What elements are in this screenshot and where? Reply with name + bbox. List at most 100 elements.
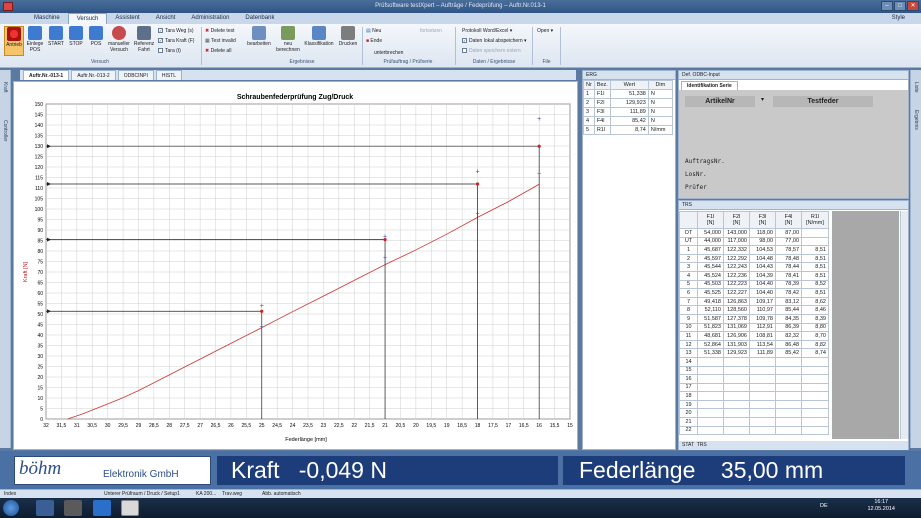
trs-row[interactable]: 21 <box>679 417 829 427</box>
stop-button[interactable]: STOP <box>66 26 86 47</box>
trs-row-ot[interactable]: OT 54,000 143,000 118,00 87,00 <box>679 228 829 238</box>
daten-extern-check[interactable]: Daten speichern extern <box>462 48 521 54</box>
drucken-button[interactable]: Drucken <box>337 26 359 47</box>
erg-row[interactable]: 3 F3l 111,89 N <box>583 107 673 117</box>
trs-row[interactable]: 3 45,544 122,243 104,43 78,44 8,51 <box>679 262 829 272</box>
tab-stat[interactable]: STAT <box>682 442 694 448</box>
trs-row[interactable]: 12 52,864 131,903 113,54 86,48 8,82 <box>679 339 829 350</box>
antrieb-button[interactable]: Antrieb <box>4 26 24 56</box>
trs-row[interactable]: 9 51,587 127,378 109,78 84,35 8,39 <box>679 313 829 324</box>
trs-row[interactable]: 20 <box>679 408 829 419</box>
erg-cell: N/mm <box>647 125 673 135</box>
trs-header-row: F1l [N] F2l [N] F3l [N] F4l [N] R1l [N/mm] <box>679 211 829 229</box>
trs-col-header[interactable]: F2l [N] <box>723 211 750 229</box>
maximize-button[interactable]: □ <box>894 1 906 11</box>
trs-row[interactable]: 10 51,823 131,069 112,91 86,39 8,80 <box>679 322 829 333</box>
doc-tab-auftr-013-2[interactable]: Auftr.Nr.-013-2 <box>71 70 116 80</box>
pos-button[interactable]: POS <box>86 26 106 47</box>
language-indicator[interactable]: DE <box>820 503 828 509</box>
klassifikation-button[interactable]: Klassifikation <box>303 26 335 47</box>
bearbeiten-button[interactable]: bearbeiten <box>246 26 272 47</box>
erg-row[interactable]: 2 F2l 129,923 N <box>583 98 673 108</box>
tab-administration[interactable]: Administration <box>183 13 237 24</box>
trs-row[interactable]: 19 <box>679 399 829 410</box>
trs-cell <box>801 374 829 384</box>
close-button[interactable]: ✕ <box>907 1 919 11</box>
explorer-icon[interactable] <box>36 500 54 516</box>
tab-identifikation-serie[interactable]: Identifikation Serie <box>681 81 738 90</box>
trs-row[interactable]: 15 <box>679 365 829 376</box>
delete-all-button[interactable]: ✖ Delete all <box>205 48 231 54</box>
trs-cell <box>775 365 802 376</box>
erg-row[interactable]: 4 F4l 85,42 N <box>583 116 673 126</box>
trs-col-header[interactable]: F3l [N] <box>749 211 776 229</box>
start-menu-icon[interactable] <box>3 500 19 516</box>
trs-row[interactable]: 6 45,525 122,227 104,40 78,42 8,51 <box>679 288 829 298</box>
trs-row[interactable]: 13 51,338 129,923 111,89 85,42 8,74 <box>679 348 829 358</box>
tab-maschine[interactable]: Maschine <box>26 13 68 24</box>
trs-row[interactable]: 11 48,681 126,906 108,81 82,32 8,70 <box>679 331 829 341</box>
tab-datenbank[interactable]: Datenbank <box>237 13 282 24</box>
trs-row[interactable]: 7 49,418 126,863 109,17 83,12 8,62 <box>679 296 829 307</box>
pruef-ende-button[interactable]: ■ Ende <box>366 38 382 44</box>
erg-row[interactable]: 1 F1l 51,338 N <box>583 89 673 99</box>
unterbrechen-button[interactable]: unterbrechen <box>374 50 403 56</box>
tara-t-check[interactable]: Tara (t) <box>158 48 181 54</box>
trs-row[interactable]: 2 45,597 122,292 104,48 78,48 8,51 <box>679 253 829 264</box>
tara-weg-check[interactable]: ✓ Tara Weg (s) <box>158 28 194 34</box>
pruef-neu-button[interactable]: ▤ Neu <box>366 28 381 34</box>
style-menu[interactable]: Style <box>892 13 905 24</box>
daten-lokal-check[interactable]: ✓ Daten lokal abspeichern ▾ <box>462 38 527 44</box>
lower-tolerance-mark: + <box>383 255 387 262</box>
tab-versuch[interactable]: Versuch <box>67 13 108 24</box>
trs-cell <box>723 408 750 419</box>
doc-tab-odbcinpi[interactable]: ODBCINPI <box>117 70 154 80</box>
tara-kraft-check[interactable]: ✓ Tara Kraft (F) <box>158 38 194 44</box>
trs-row[interactable]: 17 <box>679 382 829 393</box>
side-tab-kraft[interactable]: Kraft <box>2 82 8 93</box>
length-label: Federlänge <box>579 457 696 483</box>
doc-tab-histl[interactable]: HISTL <box>155 70 183 80</box>
trs-row[interactable]: 1 45,687 122,332 104,53 78,57 8,51 <box>679 245 829 255</box>
trs-col-unit: [N] <box>706 220 715 226</box>
trs-row[interactable]: 16 <box>679 374 829 384</box>
protokoll-button[interactable]: Protokoll Word/Excel ▾ <box>462 28 512 34</box>
trs-row-ut[interactable]: UT 44,000 117,000 98,00 77,00 <box>679 236 829 247</box>
testsoftware-icon[interactable] <box>121 500 139 516</box>
referenz-fahrt-button[interactable]: Referenz Fahrt <box>133 26 155 53</box>
trs-col-header[interactable]: F4l [N] <box>775 211 802 229</box>
trs-row[interactable]: 4 45,524 122,236 104,39 78,41 8,51 <box>679 270 829 281</box>
trs-col-header[interactable]: R1l [N/mm] <box>801 211 829 229</box>
fortsetzen-button[interactable]: fortsetzen <box>420 28 442 34</box>
trs-row[interactable]: 5 45,503 122,223 104,40 78,39 8,52 <box>679 279 829 290</box>
trs-row[interactable]: 18 <box>679 391 829 401</box>
media-icon[interactable] <box>64 500 82 516</box>
tab-ansicht[interactable]: Ansicht <box>148 13 184 24</box>
artikel-dropdown-icon[interactable]: ▾ <box>761 97 764 103</box>
manueller-versuch-button[interactable]: manueller Versuch <box>106 26 132 53</box>
tab-assistent[interactable]: Assistent <box>107 13 147 24</box>
test-invalid-button[interactable]: ▦ Test invalid <box>205 38 236 44</box>
neu-berechnen-button[interactable]: neu berechnen <box>275 26 301 53</box>
delete-test-button[interactable]: ✖ Delete test <box>205 28 235 34</box>
minimize-button[interactable]: – <box>881 1 893 11</box>
side-tab-liste[interactable]: Liste <box>913 82 919 93</box>
artikel-value[interactable]: Testfeder <box>773 96 873 107</box>
doc-tab-auftr-013-1[interactable]: Auftr.Nr.-013-1 <box>23 70 70 80</box>
trs-row[interactable]: 8 52,110 128,560 110,97 85,44 8,46 <box>679 305 829 315</box>
side-tab-controller[interactable]: Controller <box>2 120 8 142</box>
trs-row[interactable]: 14 <box>679 356 829 367</box>
trs-col-header[interactable]: F1l [N] <box>697 211 724 229</box>
trs-row[interactable]: 22 <box>679 425 829 436</box>
tab-trs[interactable]: TRS <box>697 442 707 448</box>
side-tab-ergebnis[interactable]: Ergebnis <box>913 110 919 130</box>
trs-scrollbar[interactable] <box>900 211 908 439</box>
einlege-pos-button[interactable]: Einlege POS <box>25 26 45 53</box>
erg-row[interactable]: 5 R1l 8,74 N/mm <box>583 125 673 135</box>
start-button[interactable]: START <box>46 26 66 47</box>
right-sidebar: Liste Ergebnis <box>910 70 921 448</box>
browser-icon[interactable] <box>93 500 111 516</box>
app-icon[interactable] <box>3 2 13 11</box>
open-button[interactable]: Open ▾ <box>537 28 553 34</box>
erg-cell: 8,74 <box>609 125 649 135</box>
